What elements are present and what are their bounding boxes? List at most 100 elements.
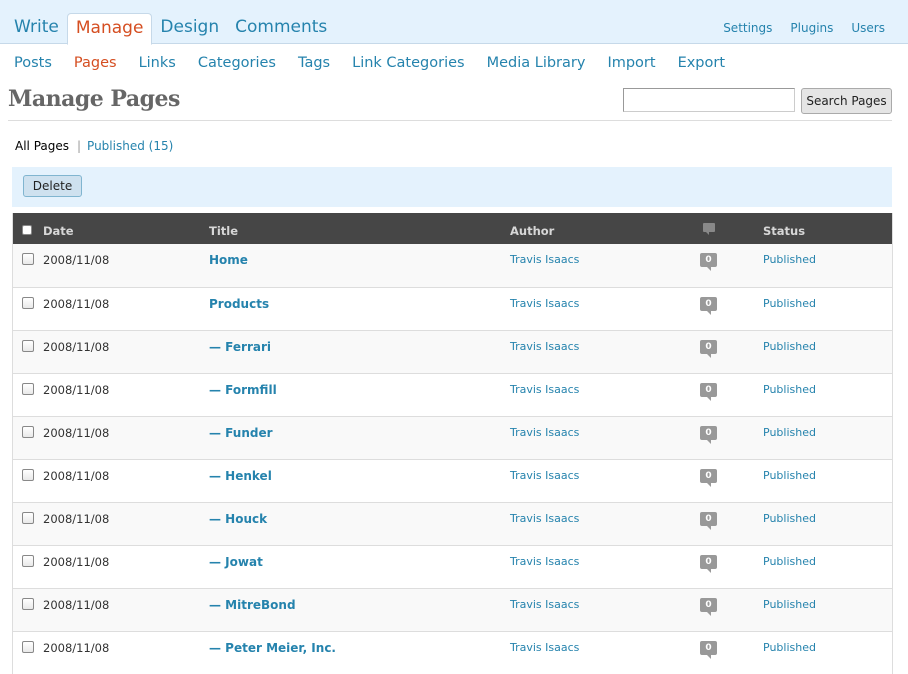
row-checkbox[interactable] [22, 383, 34, 395]
row-title-link[interactable]: — Formfill [209, 383, 277, 397]
table-row: 2008/11/08 — MitreBond Travis Isaacs 0 Publi… [13, 588, 892, 631]
tab-comments[interactable]: Comments [227, 13, 335, 44]
tab-settings[interactable]: Settings [723, 21, 772, 35]
select-all-checkbox[interactable] [22, 225, 32, 235]
pages-table: Date Title Author Status 2008/11/08 Home T… [12, 213, 893, 674]
row-title-link[interactable]: Home [209, 253, 248, 267]
comment-count-icon[interactable]: 0 [700, 555, 717, 573]
comment-count-icon[interactable]: 0 [700, 512, 717, 530]
row-title-link[interactable]: — Henkel [209, 469, 272, 483]
row-date: 2008/11/08 [43, 383, 110, 397]
table-row: 2008/11/08 — Houck Travis Isaacs 0 Published [13, 502, 892, 545]
subnav-links[interactable]: Links [139, 55, 176, 71]
row-status[interactable]: Published [763, 340, 816, 353]
comment-count-icon[interactable]: 0 [700, 383, 717, 401]
row-checkbox[interactable] [22, 469, 34, 481]
row-title-link[interactable]: — Funder [209, 426, 273, 440]
column-date[interactable]: Date [43, 224, 74, 238]
filter-all-pages[interactable]: All Pages [15, 139, 69, 153]
subnav-export[interactable]: Export [678, 55, 725, 71]
row-title-link[interactable]: Products [209, 297, 269, 311]
table-row: 2008/11/08 — Ferrari Travis Isaacs 0 Publish… [13, 330, 892, 373]
row-checkbox[interactable] [22, 340, 34, 352]
table-body: 2008/11/08 Home Travis Isaacs 0 Published 200… [13, 244, 892, 674]
row-author-link[interactable]: Travis Isaacs [510, 641, 579, 654]
tab-write[interactable]: Write [6, 13, 67, 44]
row-title-link[interactable]: — Peter Meier, Inc. [209, 641, 336, 655]
row-checkbox[interactable] [22, 297, 34, 309]
bulk-action-bar: Delete [12, 167, 892, 207]
row-status[interactable]: Published [763, 297, 816, 310]
comment-count-icon[interactable]: 0 [700, 340, 717, 358]
subnav-tags[interactable]: Tags [298, 55, 330, 71]
row-date: 2008/11/08 [43, 426, 110, 440]
subnav-pages[interactable]: Pages [74, 55, 117, 71]
column-title[interactable]: Title [209, 224, 238, 238]
column-status[interactable]: Status [763, 224, 805, 238]
row-status[interactable]: Published [763, 555, 816, 568]
subnav-categories[interactable]: Categories [198, 55, 276, 71]
row-author-link[interactable]: Travis Isaacs [510, 253, 579, 266]
right-tabs: Settings Plugins Users [723, 21, 885, 35]
row-date: 2008/11/08 [43, 598, 110, 612]
comment-count-icon[interactable]: 0 [700, 253, 717, 271]
row-checkbox[interactable] [22, 512, 34, 524]
row-author-link[interactable]: Travis Isaacs [510, 555, 579, 568]
row-date: 2008/11/08 [43, 641, 110, 655]
table-row: 2008/11/08 — Peter Meier, Inc. Travis Isaa… [13, 631, 892, 674]
row-status[interactable]: Published [763, 383, 816, 396]
comment-count-icon[interactable]: 0 [700, 598, 717, 616]
main-tabs: Write Manage Design Comments [6, 13, 335, 45]
row-author-link[interactable]: Travis Isaacs [510, 297, 579, 310]
subnav-link-categories[interactable]: Link Categories [352, 55, 464, 71]
row-title-link[interactable]: — Houck [209, 512, 267, 526]
top-tab-bar: Write Manage Design Comments Settings Pl… [0, 0, 908, 45]
row-author-link[interactable]: Travis Isaacs [510, 340, 579, 353]
subnav-import[interactable]: Import [607, 55, 655, 71]
table-row: 2008/11/08 — Formfill Travis Isaacs 0 Publis… [13, 373, 892, 416]
row-status[interactable]: Published [763, 641, 816, 654]
search-pages-button[interactable]: Search Pages [801, 88, 892, 114]
column-author[interactable]: Author [510, 224, 554, 238]
row-checkbox[interactable] [22, 555, 34, 567]
row-date: 2008/11/08 [43, 253, 110, 267]
table-header: Date Title Author Status [13, 213, 892, 244]
row-author-link[interactable]: Travis Isaacs [510, 469, 579, 482]
table-row: 2008/11/08 Products Travis Isaacs 0 Publishe… [13, 287, 892, 330]
row-author-link[interactable]: Travis Isaacs [510, 512, 579, 525]
tab-design[interactable]: Design [152, 13, 227, 44]
filter-published[interactable]: Published (15) [87, 139, 173, 153]
subnav-media-library[interactable]: Media Library [487, 55, 586, 71]
row-status[interactable]: Published [763, 253, 816, 266]
row-date: 2008/11/08 [43, 297, 110, 311]
comment-count-icon[interactable]: 0 [700, 469, 717, 487]
row-checkbox[interactable] [22, 426, 34, 438]
tab-plugins[interactable]: Plugins [790, 21, 833, 35]
row-status[interactable]: Published [763, 469, 816, 482]
row-status[interactable]: Published [763, 426, 816, 439]
tab-manage[interactable]: Manage [66, 13, 153, 45]
row-author-link[interactable]: Travis Isaacs [510, 598, 579, 611]
title-divider [8, 120, 892, 121]
row-status[interactable]: Published [763, 512, 816, 525]
table-row: 2008/11/08 — Jowat Travis Isaacs 0 Published [13, 545, 892, 588]
row-date: 2008/11/08 [43, 512, 110, 526]
table-row: 2008/11/08 Home Travis Isaacs 0 Published [13, 244, 892, 287]
tab-users[interactable]: Users [851, 21, 885, 35]
row-author-link[interactable]: Travis Isaacs [510, 383, 579, 396]
comment-count-icon[interactable]: 0 [700, 426, 717, 444]
comment-count-icon[interactable]: 0 [700, 641, 717, 659]
row-title-link[interactable]: — Ferrari [209, 340, 271, 354]
row-checkbox[interactable] [22, 641, 34, 653]
row-author-link[interactable]: Travis Isaacs [510, 426, 579, 439]
delete-button[interactable]: Delete [23, 175, 82, 197]
search-input[interactable] [623, 88, 795, 112]
comment-bubble-icon [703, 223, 715, 235]
comment-count-icon[interactable]: 0 [700, 297, 717, 315]
row-title-link[interactable]: — MitreBond [209, 598, 296, 612]
row-title-link[interactable]: — Jowat [209, 555, 263, 569]
subnav-posts[interactable]: Posts [14, 55, 52, 71]
row-checkbox[interactable] [22, 253, 34, 265]
row-status[interactable]: Published [763, 598, 816, 611]
row-checkbox[interactable] [22, 598, 34, 610]
